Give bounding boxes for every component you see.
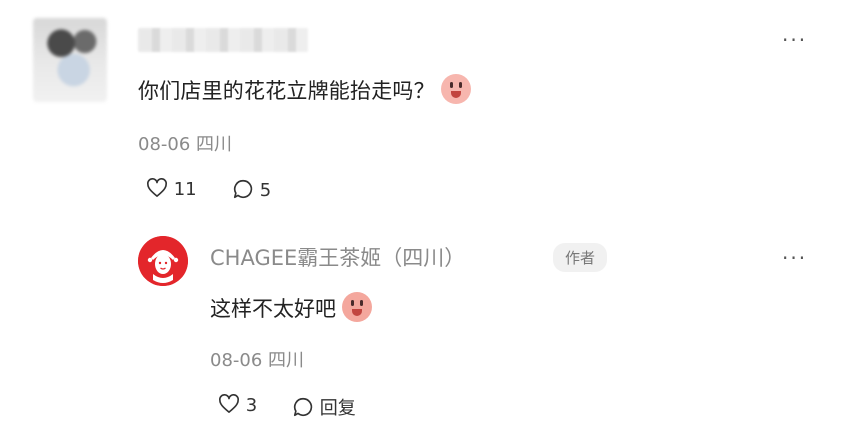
reply-avatar[interactable]: [138, 236, 188, 286]
reply-action-label: 回复: [319, 398, 356, 419]
reply-body: 这样不太好吧: [210, 292, 372, 323]
reply-location: 四川: [268, 350, 305, 371]
reply-date: 08-06: [210, 350, 263, 371]
laughing-tears-emoji-icon: [440, 74, 471, 104]
reply-meta: 08-06 四川: [210, 346, 304, 372]
reply-username[interactable]: CHAGEE霸王茶姬（四川）: [210, 242, 465, 272]
commenter-avatar[interactable]: [33, 18, 107, 102]
commenter-name-redacted[interactable]: [138, 28, 308, 52]
heart-icon: [219, 394, 239, 413]
comment-date: 08-06: [138, 134, 191, 155]
comment-bubble-icon: [293, 397, 313, 417]
comment-reply-button[interactable]: 5: [232, 178, 271, 201]
pray-emoji-icon: [342, 292, 372, 322]
reply-more-menu-button[interactable]: ···: [782, 246, 807, 270]
comment-like-count: 11: [173, 179, 197, 200]
comment-like-button[interactable]: 11: [146, 178, 197, 200]
reply-like-count: 3: [245, 395, 258, 416]
reply-text: 这样不太好吧: [210, 297, 336, 321]
heart-icon: [147, 178, 167, 197]
author-badge: 作者: [553, 243, 608, 272]
chagee-logo-icon: [138, 236, 188, 286]
comment-more-menu-button[interactable]: ···: [782, 28, 807, 52]
comment-reply-count: 5: [259, 180, 272, 201]
comment-body: 你们店里的花花立牌能抬走吗？: [138, 74, 471, 105]
comment-bubble-icon: [233, 179, 253, 199]
reply-reply-button[interactable]: 回复: [292, 394, 356, 420]
comment-meta: 08-06 四川: [138, 130, 232, 156]
comment-location: 四川: [196, 134, 233, 155]
comment-text: 你们店里的花花立牌能抬走吗？: [138, 79, 435, 103]
reply-like-button[interactable]: 3: [218, 394, 257, 416]
